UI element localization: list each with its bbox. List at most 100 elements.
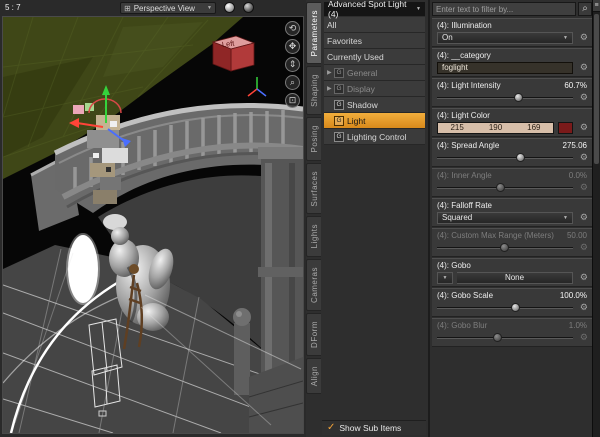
nav-item-label: Lighting Control xyxy=(347,131,407,142)
param-label: (4): Gobo Blur xyxy=(437,321,488,330)
gear-icon[interactable]: ⚙ xyxy=(577,122,588,133)
frame-tool-icon[interactable]: ⊡ xyxy=(285,93,300,108)
nav-item-label: Currently Used xyxy=(327,51,384,62)
illumination-dropdown[interactable]: On ▼ xyxy=(437,31,573,44)
viewport-canvas[interactable]: Left ⟲ ✥ ⇕ ⌕ ⊡ xyxy=(2,16,304,434)
scene-render: Left xyxy=(3,17,303,433)
nav-item-all[interactable]: All xyxy=(324,17,425,33)
dolly-glyph: ⇕ xyxy=(288,59,297,69)
tab-dform[interactable]: DForm xyxy=(306,312,321,356)
param-value[interactable]: 60.7% xyxy=(564,81,587,90)
grid-icon: ⊞ xyxy=(124,3,131,13)
slider-knob[interactable] xyxy=(513,93,523,102)
group-badge: G xyxy=(334,131,344,142)
nav-item-shadow[interactable]: G Shadow xyxy=(324,97,425,113)
param-row-light-color: (4): Light Color 215 190 169 ⚙ xyxy=(432,108,592,137)
slider-knob[interactable] xyxy=(510,303,520,312)
nav-item-light[interactable]: G Light xyxy=(324,113,425,129)
param-label: (4): Custom Max Range (Meters) xyxy=(437,231,554,240)
light-color-picker[interactable]: 215 190 169 xyxy=(437,121,554,134)
nav-item-general[interactable]: ▶ G General xyxy=(324,65,425,81)
slider-knob[interactable] xyxy=(516,153,526,162)
color-r-value[interactable]: 215 xyxy=(438,123,476,132)
view-selector[interactable]: ⊞ Perspective View ▼ xyxy=(120,2,216,14)
expand-arrow-icon[interactable]: ▶ xyxy=(327,85,334,92)
dropdown-value: Squared xyxy=(442,213,473,222)
shaded-sphere-icon[interactable] xyxy=(224,2,235,13)
tab-lights[interactable]: Lights xyxy=(306,216,321,257)
aspect-ratio-label: 5 : 7 xyxy=(5,3,21,12)
viewport-toolbar: 5 : 7 ⊞ Perspective View ▼ xyxy=(0,0,306,16)
tab-align[interactable]: Align xyxy=(306,357,321,394)
group-badge: G xyxy=(334,67,344,78)
gear-icon[interactable]: ⚙ xyxy=(577,32,588,43)
spotlight-ellipse[interactable] xyxy=(66,233,100,305)
node-group-list: Advanced Spot Light (4) ▼ All Favorites … xyxy=(322,0,427,437)
param-label: (4): Inner Angle xyxy=(437,171,492,180)
gear-icon[interactable]: ⚙ xyxy=(577,152,588,163)
tab-cameras[interactable]: Cameras xyxy=(306,258,321,311)
show-sub-items-row: ✓ Show Sub Items xyxy=(322,420,426,435)
tab-surfaces[interactable]: Surfaces xyxy=(306,162,321,215)
tab-parameters[interactable]: Parameters xyxy=(306,2,321,65)
gobo-dropdown-arrow[interactable]: ▼ xyxy=(437,271,453,284)
nav-item-favorites[interactable]: Favorites xyxy=(324,33,425,49)
category-field[interactable]: foglight xyxy=(437,61,573,74)
node-selector[interactable]: Advanced Spot Light (4) ▼ xyxy=(324,0,425,19)
param-row-falloff-rate: (4): Falloff Rate Squared ▼ ⚙ xyxy=(432,198,592,227)
param-row-illumination: (4): Illumination On ▼ ⚙ xyxy=(432,18,592,47)
gear-icon[interactable]: ⚙ xyxy=(577,272,588,283)
search-icon[interactable]: ⌕ xyxy=(578,2,592,16)
gear-icon[interactable]: ⚙ xyxy=(577,332,588,343)
spread-angle-slider[interactable] xyxy=(437,151,573,164)
param-label: (4): Falloff Rate xyxy=(437,201,492,210)
filter-input[interactable] xyxy=(432,2,576,16)
expand-arrow-icon[interactable]: ▶ xyxy=(327,69,334,76)
nav-item-display[interactable]: ▶ G Display xyxy=(324,81,425,97)
nav-item-label: General xyxy=(347,67,378,78)
param-row-gobo-scale: (4): Gobo Scale 100.0% ⚙ xyxy=(432,288,592,317)
color-g-value[interactable]: 190 xyxy=(476,123,514,132)
tab-posing[interactable]: Posing xyxy=(306,117,321,161)
gear-icon[interactable]: ⚙ xyxy=(577,212,588,223)
param-label: (4): Light Color xyxy=(437,111,490,120)
group-badge: G xyxy=(334,99,344,110)
param-label: (4): Illumination xyxy=(437,21,492,30)
parameters-pane: Parameters Shaping Posing Surfaces Light… xyxy=(306,0,428,437)
gear-icon[interactable]: ⚙ xyxy=(577,302,588,313)
orbit-tool-icon[interactable]: ⟲ xyxy=(285,21,300,36)
param-label: (4): Spread Angle xyxy=(437,141,500,150)
param-value[interactable]: 275.06 xyxy=(563,141,587,150)
inner-angle-slider xyxy=(437,181,573,194)
gobo-scale-slider[interactable] xyxy=(437,301,573,314)
nav-item-lighting-control[interactable]: G Lighting Control xyxy=(324,129,425,145)
zoom-tool-icon[interactable]: ⌕ xyxy=(285,75,300,90)
scrollbar-thumb[interactable] xyxy=(594,14,599,164)
scrollbar[interactable]: ≡ xyxy=(592,0,600,437)
dolly-tool-icon[interactable]: ⇕ xyxy=(285,57,300,72)
gobo-map-button[interactable]: None xyxy=(457,271,573,284)
param-row-light-intensity: (4): Light Intensity 60.7% ⚙ xyxy=(432,78,592,107)
nav-item-currently-used[interactable]: Currently Used xyxy=(324,49,425,65)
pan-tool-icon[interactable]: ✥ xyxy=(285,39,300,54)
gear-icon[interactable]: ⚙ xyxy=(577,182,588,193)
falloff-rate-dropdown[interactable]: Squared ▼ xyxy=(437,211,573,224)
slider-track xyxy=(437,337,573,339)
nav-item-label: Favorites xyxy=(327,35,362,46)
nav-item-label: Light xyxy=(347,115,366,126)
chevron-down-icon: ▼ xyxy=(563,214,568,221)
param-value[interactable]: 100.0% xyxy=(560,291,587,300)
gear-icon[interactable]: ⚙ xyxy=(577,242,588,253)
gear-icon[interactable]: ⚙ xyxy=(577,92,588,103)
color-swatch[interactable] xyxy=(558,121,573,134)
gear-icon[interactable]: ⚙ xyxy=(577,62,588,73)
lighting-sphere-icon[interactable] xyxy=(243,2,254,13)
checkbox-checked-icon[interactable]: ✓ xyxy=(327,423,335,433)
tab-shaping[interactable]: Shaping xyxy=(306,66,321,116)
slider-knob xyxy=(493,333,503,342)
slider-track xyxy=(437,307,573,309)
pan-glyph: ✥ xyxy=(288,41,297,51)
color-b-value[interactable]: 169 xyxy=(515,123,553,132)
panel-menu-icon[interactable]: ≡ xyxy=(593,0,600,12)
light-intensity-slider[interactable] xyxy=(437,91,573,104)
